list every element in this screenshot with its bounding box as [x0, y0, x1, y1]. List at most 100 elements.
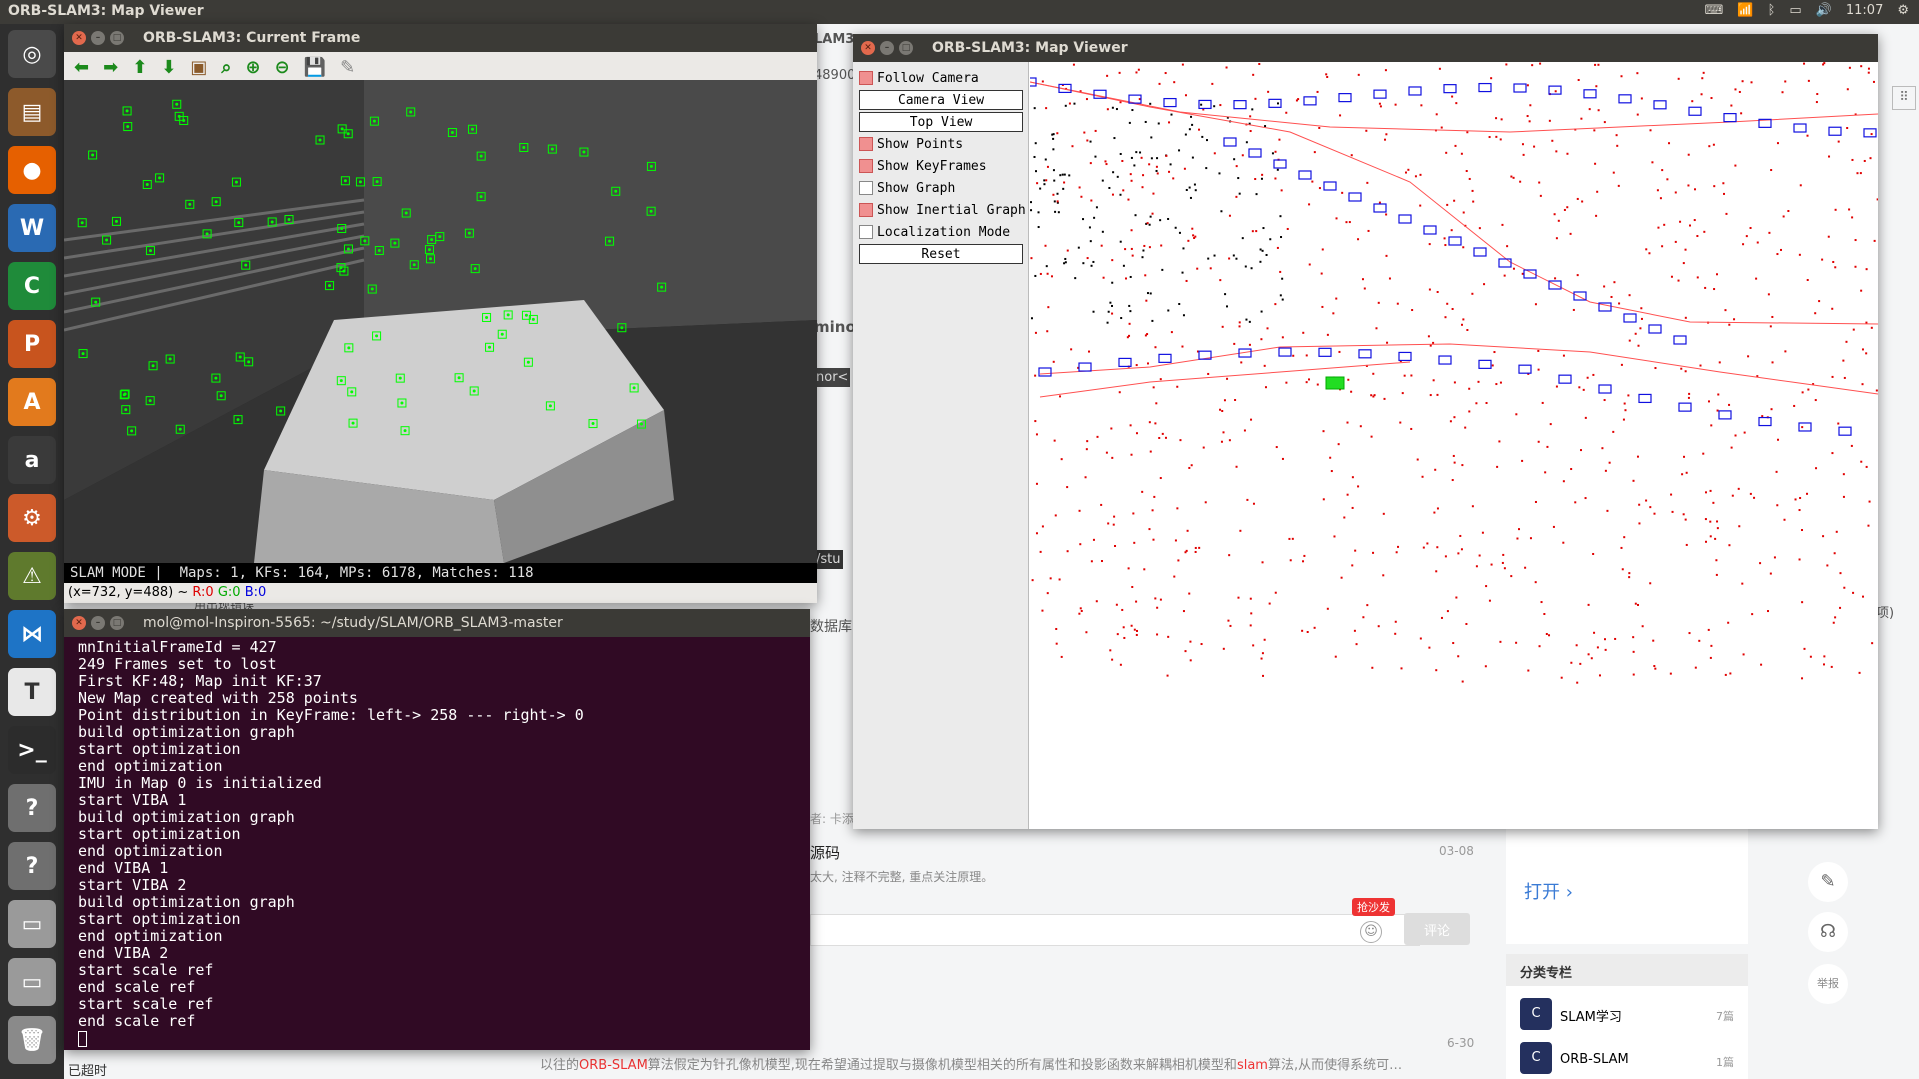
map-point-red	[1747, 355, 1750, 358]
report-button[interactable]: 举报	[1808, 964, 1848, 1004]
map-point-red	[1278, 138, 1281, 141]
map-point-black	[1174, 226, 1177, 229]
terminal-titlebar[interactable]: ✕ – □ mol@mol-Inspiron-5565: ~/study/SLA…	[64, 609, 810, 637]
hotspot-icon[interactable]: ⚠	[8, 552, 56, 600]
terminal-output[interactable]: mnInitialFrameId = 427 249 Frames set to …	[64, 609, 810, 1047]
bluetooth-icon[interactable]: ᛒ	[1768, 3, 1776, 18]
map-point-red	[1404, 171, 1407, 174]
map-point-red	[1052, 360, 1055, 363]
disk-icon-2[interactable]: ▭	[8, 958, 56, 1006]
minimize-icon[interactable]: –	[880, 41, 894, 55]
article2-link-slam[interactable]: slam	[1237, 1058, 1268, 1073]
show-inertial-graph-toggle[interactable]: Show Inertial Graph	[859, 200, 1034, 220]
zoom-fit-icon[interactable]: ⌕	[221, 57, 231, 78]
arrow-up-icon[interactable]: ⬆	[132, 57, 147, 78]
arrow-down-icon[interactable]: ⬇	[161, 57, 176, 78]
show-graph-toggle[interactable]: Show Graph	[859, 178, 1025, 198]
map-3d-canvas[interactable]	[1023, 62, 1879, 829]
volume-icon[interactable]: 🔊	[1816, 3, 1832, 18]
emoji-icon[interactable]: ☺	[1360, 921, 1382, 943]
map-point-red	[1036, 182, 1039, 185]
calc-icon[interactable]: C	[8, 262, 56, 310]
file-manager-icon[interactable]: ▤	[8, 88, 56, 136]
edit-icon[interactable]: ✎	[1808, 862, 1848, 902]
open-link[interactable]: 打开 ›	[1524, 878, 1573, 904]
article-title[interactable]: 源码	[810, 842, 840, 863]
comment-input[interactable]	[810, 914, 1420, 946]
map-point-red	[1707, 400, 1710, 403]
keyboard-icon[interactable]: ⌨	[1705, 3, 1724, 18]
clock[interactable]: 11:07	[1846, 3, 1883, 18]
localization-mode-checkbox[interactable]	[859, 225, 873, 239]
map-viewer-titlebar[interactable]: ✕ – □ ORB-SLAM3: Map Viewer	[853, 34, 1878, 62]
keyframe-marker	[1078, 362, 1092, 372]
minimize-icon[interactable]: –	[91, 616, 105, 630]
maximize-icon[interactable]: □	[899, 41, 913, 55]
arrow-left-icon[interactable]: ⬅	[74, 57, 89, 78]
map-point-red	[1710, 644, 1713, 647]
close-icon[interactable]: ✕	[72, 31, 86, 45]
brush-icon[interactable]: ✎	[340, 57, 355, 78]
disk-icon[interactable]: ▭	[8, 900, 56, 948]
camera-view-button[interactable]: Camera View	[859, 90, 1023, 110]
maximize-icon[interactable]: □	[110, 31, 124, 45]
save-icon[interactable]: 💾	[304, 57, 326, 78]
map-point-red	[1576, 197, 1579, 200]
grid-icon[interactable]: ⠿	[1892, 86, 1916, 110]
close-icon[interactable]: ✕	[72, 616, 86, 630]
help-icon[interactable]: ?	[8, 784, 56, 832]
map-point-red	[1222, 431, 1225, 434]
current-frame-titlebar[interactable]: ✕ – □ ORB-SLAM3: Current Frame	[64, 24, 817, 52]
minimize-icon[interactable]: –	[91, 31, 105, 45]
zoom-out-icon[interactable]: ⊖	[275, 57, 290, 78]
map-point-black	[1119, 152, 1122, 155]
image-icon[interactable]: ▣	[190, 57, 207, 78]
map-point-red	[1870, 326, 1873, 329]
amazon-icon[interactable]: a	[8, 436, 56, 484]
show-keyframes-checkbox[interactable]	[859, 159, 873, 173]
map-point-red	[1122, 189, 1125, 192]
arrow-right-icon[interactable]: ➡	[103, 57, 118, 78]
ubuntu-logo-icon[interactable]: ◎	[8, 30, 56, 78]
impress-icon[interactable]: P	[8, 320, 56, 368]
software-center-icon[interactable]: A	[8, 378, 56, 426]
headset-icon[interactable]: ☊	[1808, 912, 1848, 952]
power-gear-icon[interactable]: ⚙	[1897, 3, 1909, 18]
show-graph-checkbox[interactable]	[859, 181, 873, 195]
battery-icon[interactable]: ▭	[1789, 3, 1801, 18]
trash-icon[interactable]: 🗑	[8, 1016, 56, 1064]
wifi-icon[interactable]: 📶	[1737, 3, 1753, 18]
settings-icon[interactable]: ⚙	[8, 494, 56, 542]
follow-camera-toggle[interactable]: Follow Camera	[859, 68, 1025, 88]
feature-point	[428, 257, 432, 261]
article2-link-orbslam[interactable]: ORB-SLAM	[579, 1058, 648, 1073]
map-point-red	[1144, 334, 1147, 337]
follow-camera-checkbox[interactable]	[859, 71, 873, 85]
map-point-red	[1446, 302, 1449, 305]
category-slam[interactable]: SLAM学习	[1560, 1006, 1622, 1025]
map-point-red	[1702, 452, 1705, 455]
category-orbslam[interactable]: ORB-SLAM	[1560, 1052, 1629, 1067]
localization-mode-toggle[interactable]: Localization Mode	[859, 222, 1025, 242]
show-points-checkbox[interactable]	[859, 137, 873, 151]
terminal-icon[interactable]: >_	[8, 726, 56, 774]
help-icon-2[interactable]: ?	[8, 842, 56, 890]
firefox-icon[interactable]: ●	[8, 146, 56, 194]
top-view-button[interactable]: Top View	[859, 112, 1023, 132]
maximize-icon[interactable]: □	[110, 616, 124, 630]
writer-icon[interactable]: W	[8, 204, 56, 252]
show-keyframes-toggle[interactable]: Show KeyFrames	[859, 156, 1025, 176]
reset-button[interactable]: Reset	[859, 244, 1023, 264]
camera-frame-image[interactable]	[63, 80, 817, 563]
close-icon[interactable]: ✕	[861, 41, 875, 55]
map-point-red	[1588, 108, 1591, 111]
zoom-in-icon[interactable]: ⊕	[245, 57, 260, 78]
show-points-toggle[interactable]: Show Points	[859, 134, 1025, 154]
map-point-red	[1557, 219, 1560, 222]
map-point-red	[1184, 94, 1187, 97]
show-inertial-graph-checkbox[interactable]	[859, 203, 873, 217]
vscode-icon[interactable]: ⋈	[8, 610, 56, 658]
terminal-cursor	[78, 1030, 87, 1047]
comment-button[interactable]: 评论	[1404, 913, 1470, 945]
text-editor-icon[interactable]: T	[8, 668, 56, 716]
